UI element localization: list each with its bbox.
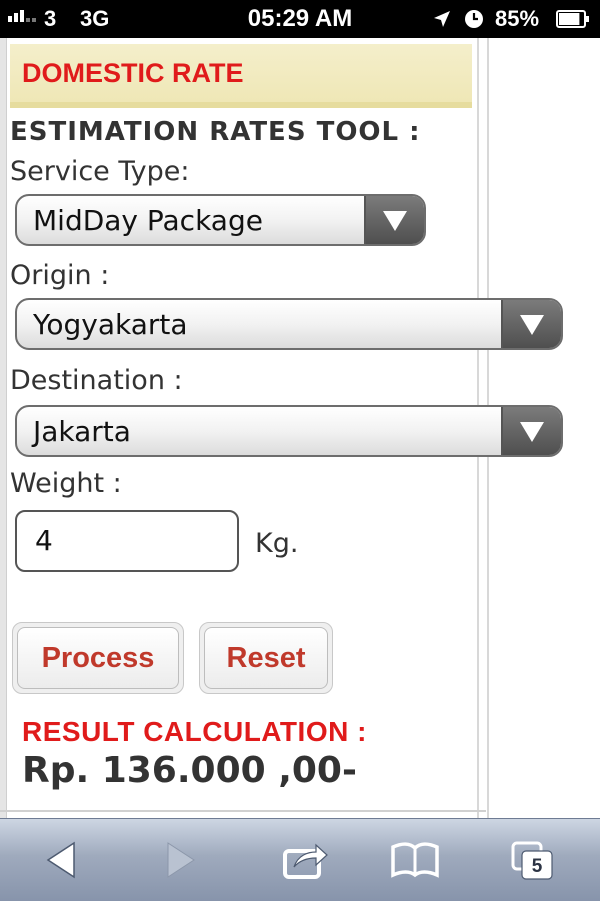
clock-icon	[465, 10, 483, 28]
destination-label: Destination :	[10, 365, 183, 396]
page-frame-left	[0, 38, 7, 818]
chevron-down-icon[interactable]	[501, 407, 561, 455]
destination-select[interactable]: Jakarta	[15, 405, 563, 457]
tool-title: ESTIMATION RATES TOOL :	[10, 117, 421, 147]
tabs-icon[interactable]: 5	[508, 837, 558, 883]
forward-icon[interactable]	[154, 837, 204, 883]
destination-value: Jakarta	[33, 415, 131, 448]
service-type-value: MidDay Package	[33, 204, 263, 237]
bookmarks-icon[interactable]	[390, 837, 440, 883]
tabs-count: 5	[532, 856, 543, 877]
origin-select[interactable]: Yogyakarta	[15, 298, 563, 350]
weight-value: 4	[35, 524, 53, 557]
origin-label: Origin :	[10, 260, 110, 291]
weight-label: Weight :	[10, 468, 122, 499]
page-frame-bottom	[0, 810, 486, 812]
location-arrow-icon	[434, 11, 450, 27]
service-type-select[interactable]: MidDay Package	[15, 194, 426, 246]
service-type-label: Service Type:	[10, 156, 190, 187]
domestic-rate-header: DOMESTIC RATE	[10, 44, 472, 108]
share-icon[interactable]	[280, 837, 330, 883]
process-button[interactable]: Process	[12, 622, 184, 694]
chevron-down-icon[interactable]	[364, 196, 424, 244]
origin-value: Yogyakarta	[33, 308, 188, 341]
status-bar: 3 3G 05:29 AM 85%	[0, 0, 600, 38]
reset-button-label: Reset	[204, 627, 328, 689]
result-label: RESULT CALCULATION :	[22, 716, 367, 747]
result-value: Rp. 136.000 ,00-	[22, 750, 357, 791]
process-button-label: Process	[17, 627, 179, 689]
battery-icon	[556, 10, 589, 28]
battery-percent: 85%	[495, 6, 540, 31]
header-title: DOMESTIC RATE	[22, 58, 244, 88]
browser-toolbar: 5	[0, 818, 600, 901]
back-icon[interactable]	[38, 837, 88, 883]
reset-button[interactable]: Reset	[199, 622, 333, 694]
web-page: DOMESTIC RATE ESTIMATION RATES TOOL : Se…	[0, 38, 600, 818]
weight-input[interactable]: 4	[15, 510, 239, 572]
weight-unit: Kg.	[255, 528, 299, 559]
chevron-down-icon[interactable]	[501, 300, 561, 348]
